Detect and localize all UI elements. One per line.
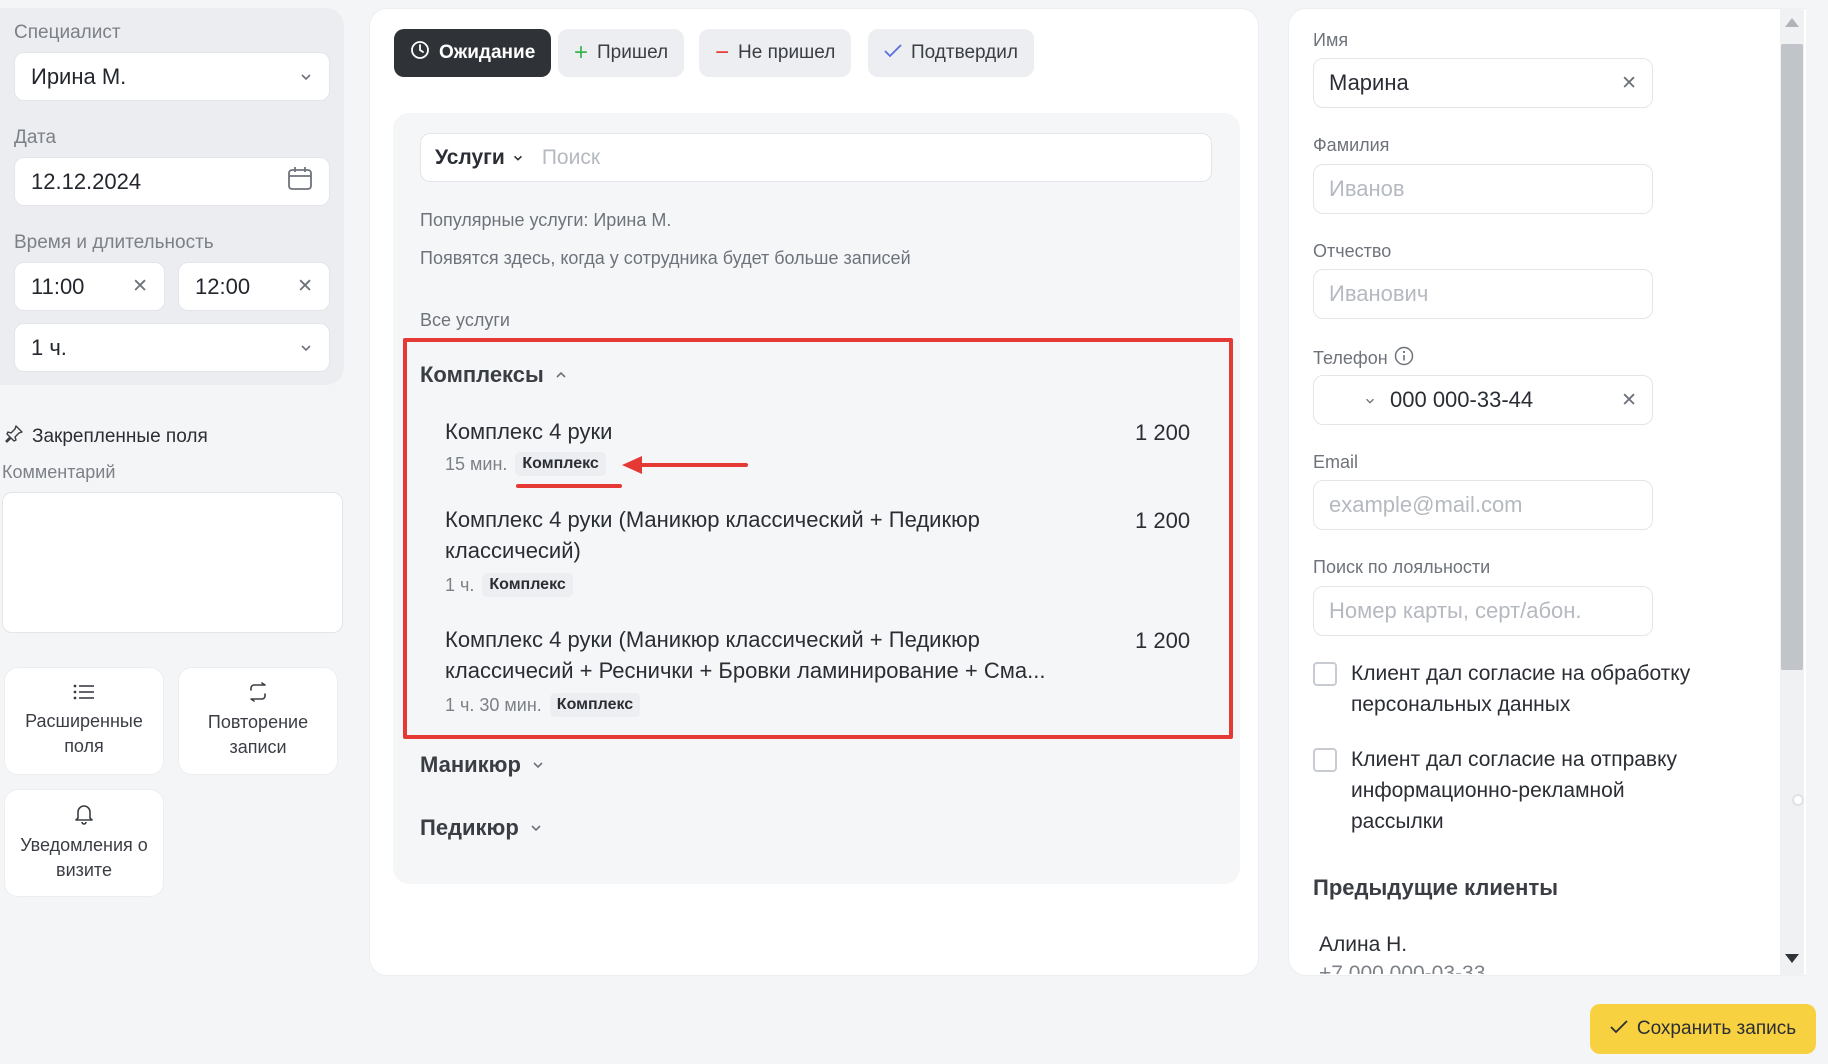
- service-type-tag: Комплекс: [482, 573, 573, 597]
- check-icon: [884, 42, 902, 64]
- date-value: 12.12.2024: [31, 168, 142, 194]
- visit-notifications-label: Уведомления о визите: [20, 835, 148, 880]
- chevron-down-icon: [529, 815, 543, 841]
- chevron-down-icon: [299, 341, 313, 355]
- service-type-tag: Комплекс: [515, 452, 606, 476]
- last-name-label: Фамилия: [1313, 135, 1390, 155]
- time-end-value: 12:00: [195, 273, 251, 299]
- status-confirmed-button[interactable]: Подтвердил: [868, 29, 1034, 77]
- status-arrived-button[interactable]: + Пришел: [558, 29, 685, 77]
- loyalty-search-label: Поиск по лояльности: [1313, 557, 1491, 577]
- consent-personal-data[interactable]: Клиент дал согласие на обработку персона…: [1313, 658, 1690, 720]
- pinned-fields-header[interactable]: Закрепленные поля: [4, 424, 208, 450]
- first-name-input[interactable]: Марина ✕: [1313, 58, 1653, 108]
- status-no-show-button[interactable]: − Не пришел: [699, 29, 852, 77]
- category-manicure[interactable]: Маникюр: [420, 752, 545, 778]
- email-input[interactable]: example@mail.com: [1313, 480, 1653, 530]
- scrollbar-thumb[interactable]: [1781, 44, 1803, 670]
- popular-services-title: Популярные услуги: Ирина М.: [420, 210, 672, 230]
- phone-input[interactable]: 000 000-33-44 ✕: [1313, 375, 1653, 425]
- annotation-arrow-icon: [622, 456, 748, 474]
- comment-label: Комментарий: [2, 462, 116, 482]
- consent-advertising[interactable]: Клиент дал согласие на отправку информац…: [1313, 744, 1677, 837]
- first-name-label: Имя: [1313, 30, 1349, 50]
- chevron-up-icon: [554, 362, 568, 388]
- phone-label: Телефон: [1313, 346, 1414, 371]
- service-item-meta: 1 ч. Комплекс: [445, 573, 573, 597]
- all-services-title: Все услуги: [420, 310, 510, 330]
- repeat-booking-button[interactable]: Повторение записи: [178, 667, 338, 775]
- service-type-tag: Комплекс: [549, 693, 641, 717]
- previous-clients-title: Предыдущие клиенты: [1313, 875, 1559, 900]
- status-waiting-button[interactable]: Ожидание: [394, 29, 552, 77]
- email-label: Email: [1313, 452, 1359, 472]
- specialist-select[interactable]: Ирина М.: [14, 52, 330, 101]
- specialist-label: Специалист: [14, 22, 121, 43]
- category-complexes[interactable]: Комплексы: [420, 362, 568, 388]
- patronymic-label: Отчество: [1313, 241, 1392, 261]
- country-code-dropdown[interactable]: [1364, 387, 1376, 413]
- popular-services-hint: Появятся здесь, когда у сотрудника будет…: [420, 248, 911, 268]
- clock-icon: [410, 40, 430, 66]
- calendar-icon[interactable]: [287, 166, 313, 198]
- service-item-price: 1 200: [1135, 628, 1191, 653]
- bell-icon: [74, 803, 94, 825]
- repeat-icon: [247, 682, 269, 702]
- chevron-down-icon: [512, 146, 524, 170]
- scroll-up-icon[interactable]: [1785, 18, 1799, 27]
- extended-fields-label: Расширенные поля: [25, 711, 143, 756]
- search-type-dropdown[interactable]: Услуги: [435, 146, 524, 170]
- annotation-underline: [516, 484, 622, 488]
- time-end-input[interactable]: 12:00 ✕: [178, 262, 330, 311]
- chevron-down-icon: [531, 752, 545, 778]
- chevron-down-icon: [299, 70, 313, 84]
- service-item-name[interactable]: Комплекс 4 руки (Маникюр классический + …: [445, 624, 1045, 686]
- visit-notifications-button[interactable]: Уведомления о визите: [4, 789, 164, 897]
- time-start-value: 11:00: [31, 273, 85, 299]
- comment-textarea[interactable]: [2, 492, 343, 633]
- loyalty-search-input[interactable]: Номер карты, серт/абон.: [1313, 586, 1653, 636]
- check-icon: [1610, 1018, 1628, 1040]
- pinned-fields-label: Закрепленные поля: [32, 426, 208, 447]
- save-booking-button[interactable]: Сохранить запись: [1590, 1004, 1816, 1054]
- previous-client-phone: +7 000 000-03-33: [1319, 962, 1486, 974]
- specialist-value: Ирина М.: [31, 63, 127, 89]
- info-icon[interactable]: [1394, 346, 1414, 371]
- service-item-price: 1 200: [1135, 508, 1191, 533]
- clear-icon[interactable]: ✕: [297, 277, 313, 296]
- duration-select[interactable]: 1 ч.: [14, 323, 330, 372]
- date-input[interactable]: 12.12.2024: [14, 157, 330, 206]
- last-name-input[interactable]: Иванов: [1313, 164, 1653, 214]
- clear-icon[interactable]: ✕: [132, 277, 148, 296]
- pin-icon: [4, 424, 24, 450]
- plus-icon: +: [574, 39, 589, 66]
- extended-fields-button[interactable]: Расширенные поля: [4, 667, 164, 775]
- time-start-input[interactable]: 11:00 ✕: [14, 262, 165, 311]
- service-item-name[interactable]: Комплекс 4 руки (Маникюр классический + …: [445, 504, 980, 566]
- service-item-meta: 15 мин. Комплекс: [445, 452, 606, 476]
- list-icon: [73, 683, 95, 701]
- duration-value: 1 ч.: [31, 334, 67, 360]
- date-label: Дата: [14, 127, 57, 148]
- minus-icon: −: [715, 39, 730, 66]
- time-duration-label: Время и длительность: [14, 232, 214, 253]
- scroll-handle-icon: [1792, 794, 1804, 806]
- repeat-booking-label: Повторение записи: [207, 712, 309, 757]
- consent-advertising-checkbox[interactable]: [1313, 748, 1337, 772]
- category-pedicure[interactable]: Педикюр: [420, 815, 543, 841]
- clear-icon[interactable]: ✕: [1621, 74, 1637, 93]
- service-search-bar: Услуги: [420, 133, 1212, 182]
- previous-client-name[interactable]: Алина Н.: [1319, 933, 1407, 957]
- consent-personal-checkbox[interactable]: [1313, 662, 1337, 686]
- service-search-input[interactable]: [541, 145, 1211, 170]
- patronymic-input[interactable]: Иванович: [1313, 269, 1653, 319]
- scroll-down-icon[interactable]: [1785, 954, 1799, 963]
- clear-icon[interactable]: ✕: [1621, 391, 1637, 410]
- service-item-meta: 1 ч. 30 мин. Комплекс: [445, 693, 641, 717]
- service-item-price: 1 200: [1135, 420, 1191, 445]
- service-item-name[interactable]: Комплекс 4 руки: [445, 416, 612, 447]
